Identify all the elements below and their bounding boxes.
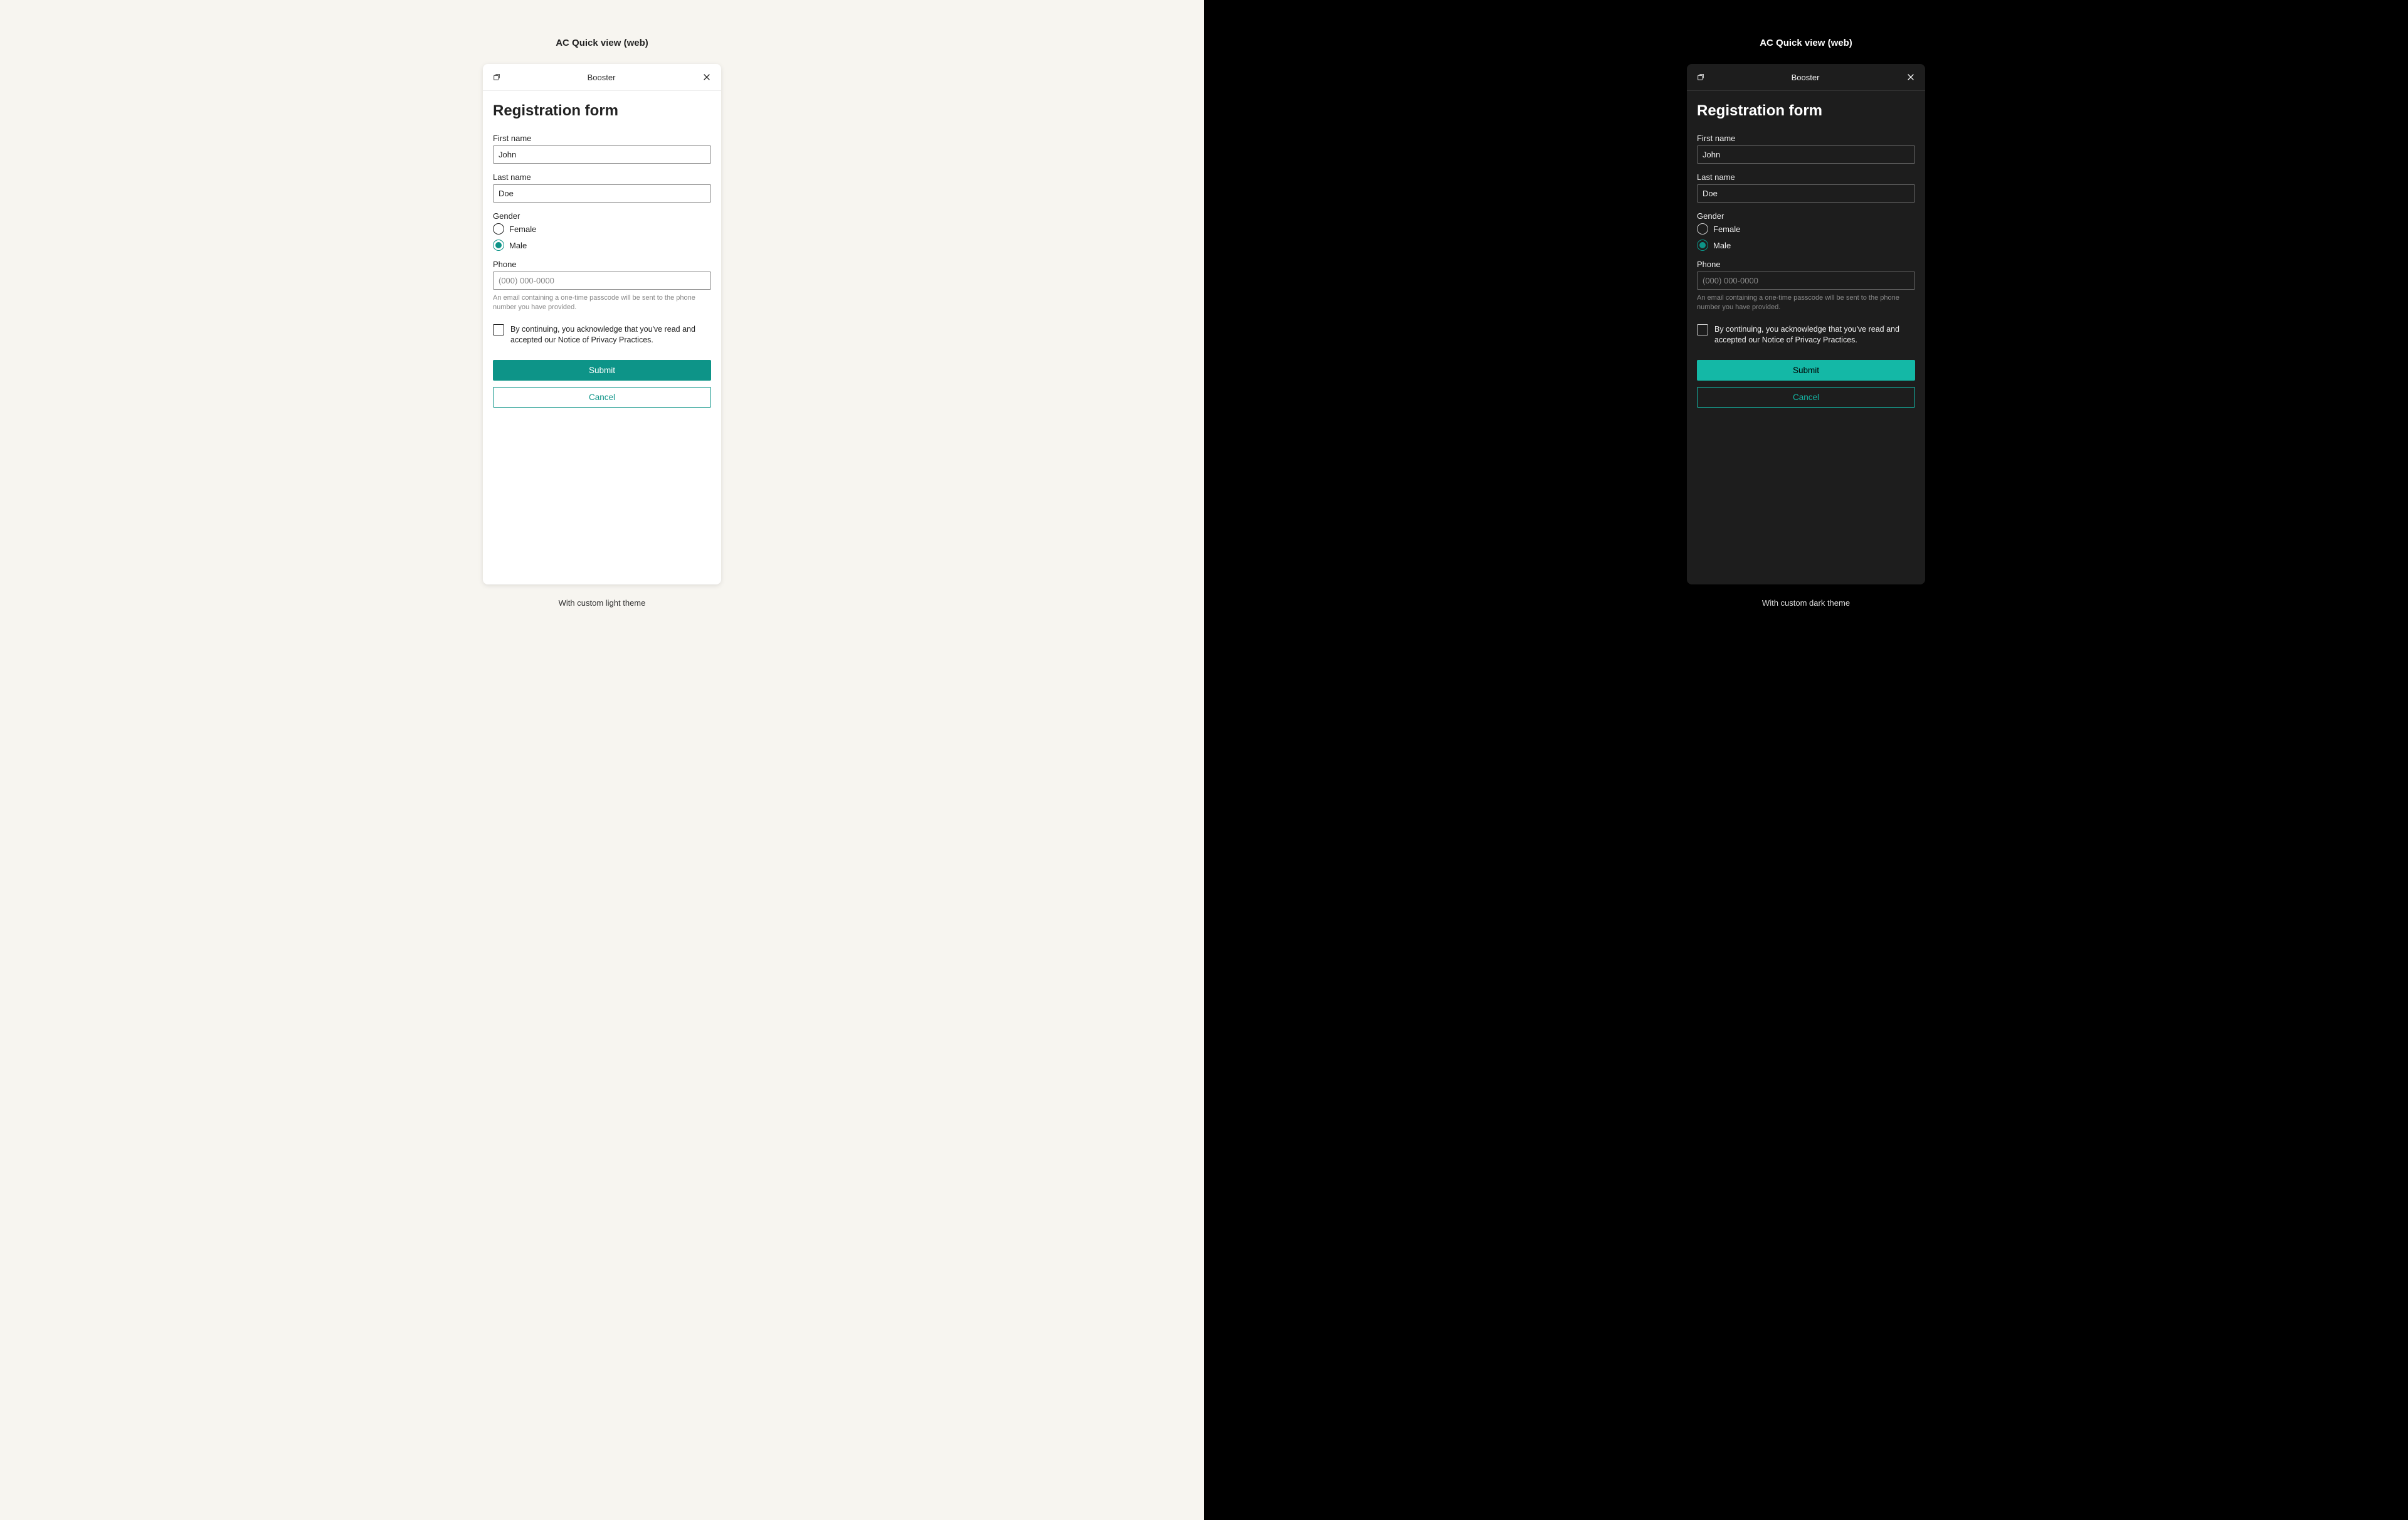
consent-row: By continuing, you acknowledge that you'… bbox=[493, 324, 711, 346]
radio-icon bbox=[1697, 240, 1708, 251]
form-title: Registration form bbox=[493, 102, 711, 120]
last-name-field: Last name bbox=[493, 172, 711, 203]
submit-button[interactable]: Submit bbox=[1697, 360, 1915, 381]
gender-male-label: Male bbox=[1713, 241, 1731, 250]
gender-male-radio[interactable]: Male bbox=[493, 240, 711, 251]
first-name-input[interactable] bbox=[1697, 145, 1915, 164]
card-header: Booster bbox=[1687, 64, 1925, 91]
consent-label: By continuing, you acknowledge that you'… bbox=[1714, 324, 1915, 346]
phone-field: Phone An email containing a one-time pas… bbox=[1697, 260, 1915, 313]
last-name-input[interactable] bbox=[1697, 184, 1915, 203]
cancel-button[interactable]: Cancel bbox=[493, 387, 711, 408]
form-title: Registration form bbox=[1697, 102, 1915, 120]
close-icon[interactable] bbox=[1905, 71, 1916, 83]
last-name-label: Last name bbox=[1697, 172, 1915, 182]
first-name-input[interactable] bbox=[493, 145, 711, 164]
phone-help-text: An email containing a one-time passcode … bbox=[493, 293, 711, 313]
gender-field: Gender Female Male bbox=[493, 211, 711, 251]
gender-female-radio[interactable]: Female bbox=[493, 223, 711, 235]
gender-radio-group: Female Male bbox=[493, 223, 711, 251]
card-header-title: Booster bbox=[502, 73, 701, 82]
last-name-input[interactable] bbox=[493, 184, 711, 203]
popout-icon[interactable] bbox=[1696, 72, 1706, 82]
gender-female-label: Female bbox=[1713, 224, 1740, 234]
submit-button[interactable]: Submit bbox=[493, 360, 711, 381]
close-icon[interactable] bbox=[701, 71, 712, 83]
first-name-field: First name bbox=[1697, 134, 1915, 164]
quick-view-card-light: Booster Registration form First name Las… bbox=[483, 64, 721, 584]
phone-input[interactable] bbox=[1697, 272, 1915, 290]
first-name-label: First name bbox=[1697, 134, 1915, 143]
gender-male-radio[interactable]: Male bbox=[1697, 240, 1915, 251]
phone-label: Phone bbox=[1697, 260, 1915, 269]
dark-theme-panel: AC Quick view (web) Booster Registration… bbox=[1204, 0, 2408, 1520]
gender-female-label: Female bbox=[509, 224, 536, 234]
radio-icon bbox=[1697, 223, 1708, 235]
consent-checkbox[interactable] bbox=[1697, 324, 1708, 335]
panel-title-light: AC Quick view (web) bbox=[556, 38, 648, 48]
consent-row: By continuing, you acknowledge that you'… bbox=[1697, 324, 1915, 346]
phone-help-text: An email containing a one-time passcode … bbox=[1697, 293, 1915, 313]
card-body: Registration form First name Last name G… bbox=[1687, 91, 1925, 425]
light-theme-panel: AC Quick view (web) Booster Registration… bbox=[0, 0, 1204, 1520]
cancel-button[interactable]: Cancel bbox=[1697, 387, 1915, 408]
phone-field: Phone An email containing a one-time pas… bbox=[493, 260, 711, 313]
first-name-field: First name bbox=[493, 134, 711, 164]
card-header-title: Booster bbox=[1706, 73, 1905, 82]
quick-view-card-dark: Booster Registration form First name Las… bbox=[1687, 64, 1925, 584]
radio-icon bbox=[493, 240, 504, 251]
caption-light: With custom light theme bbox=[559, 598, 646, 608]
gender-label: Gender bbox=[1697, 211, 1915, 221]
panel-title-dark: AC Quick view (web) bbox=[1760, 38, 1852, 48]
gender-field: Gender Female Male bbox=[1697, 211, 1915, 251]
first-name-label: First name bbox=[493, 134, 711, 143]
gender-label: Gender bbox=[493, 211, 711, 221]
radio-icon bbox=[493, 223, 504, 235]
popout-icon[interactable] bbox=[492, 72, 502, 82]
phone-input[interactable] bbox=[493, 272, 711, 290]
caption-dark: With custom dark theme bbox=[1762, 598, 1850, 608]
consent-label: By continuing, you acknowledge that you'… bbox=[510, 324, 711, 346]
gender-male-label: Male bbox=[509, 241, 527, 250]
gender-female-radio[interactable]: Female bbox=[1697, 223, 1915, 235]
card-body: Registration form First name Last name G… bbox=[483, 91, 721, 425]
consent-checkbox[interactable] bbox=[493, 324, 504, 335]
last-name-field: Last name bbox=[1697, 172, 1915, 203]
last-name-label: Last name bbox=[493, 172, 711, 182]
card-header: Booster bbox=[483, 64, 721, 91]
gender-radio-group: Female Male bbox=[1697, 223, 1915, 251]
phone-label: Phone bbox=[493, 260, 711, 269]
